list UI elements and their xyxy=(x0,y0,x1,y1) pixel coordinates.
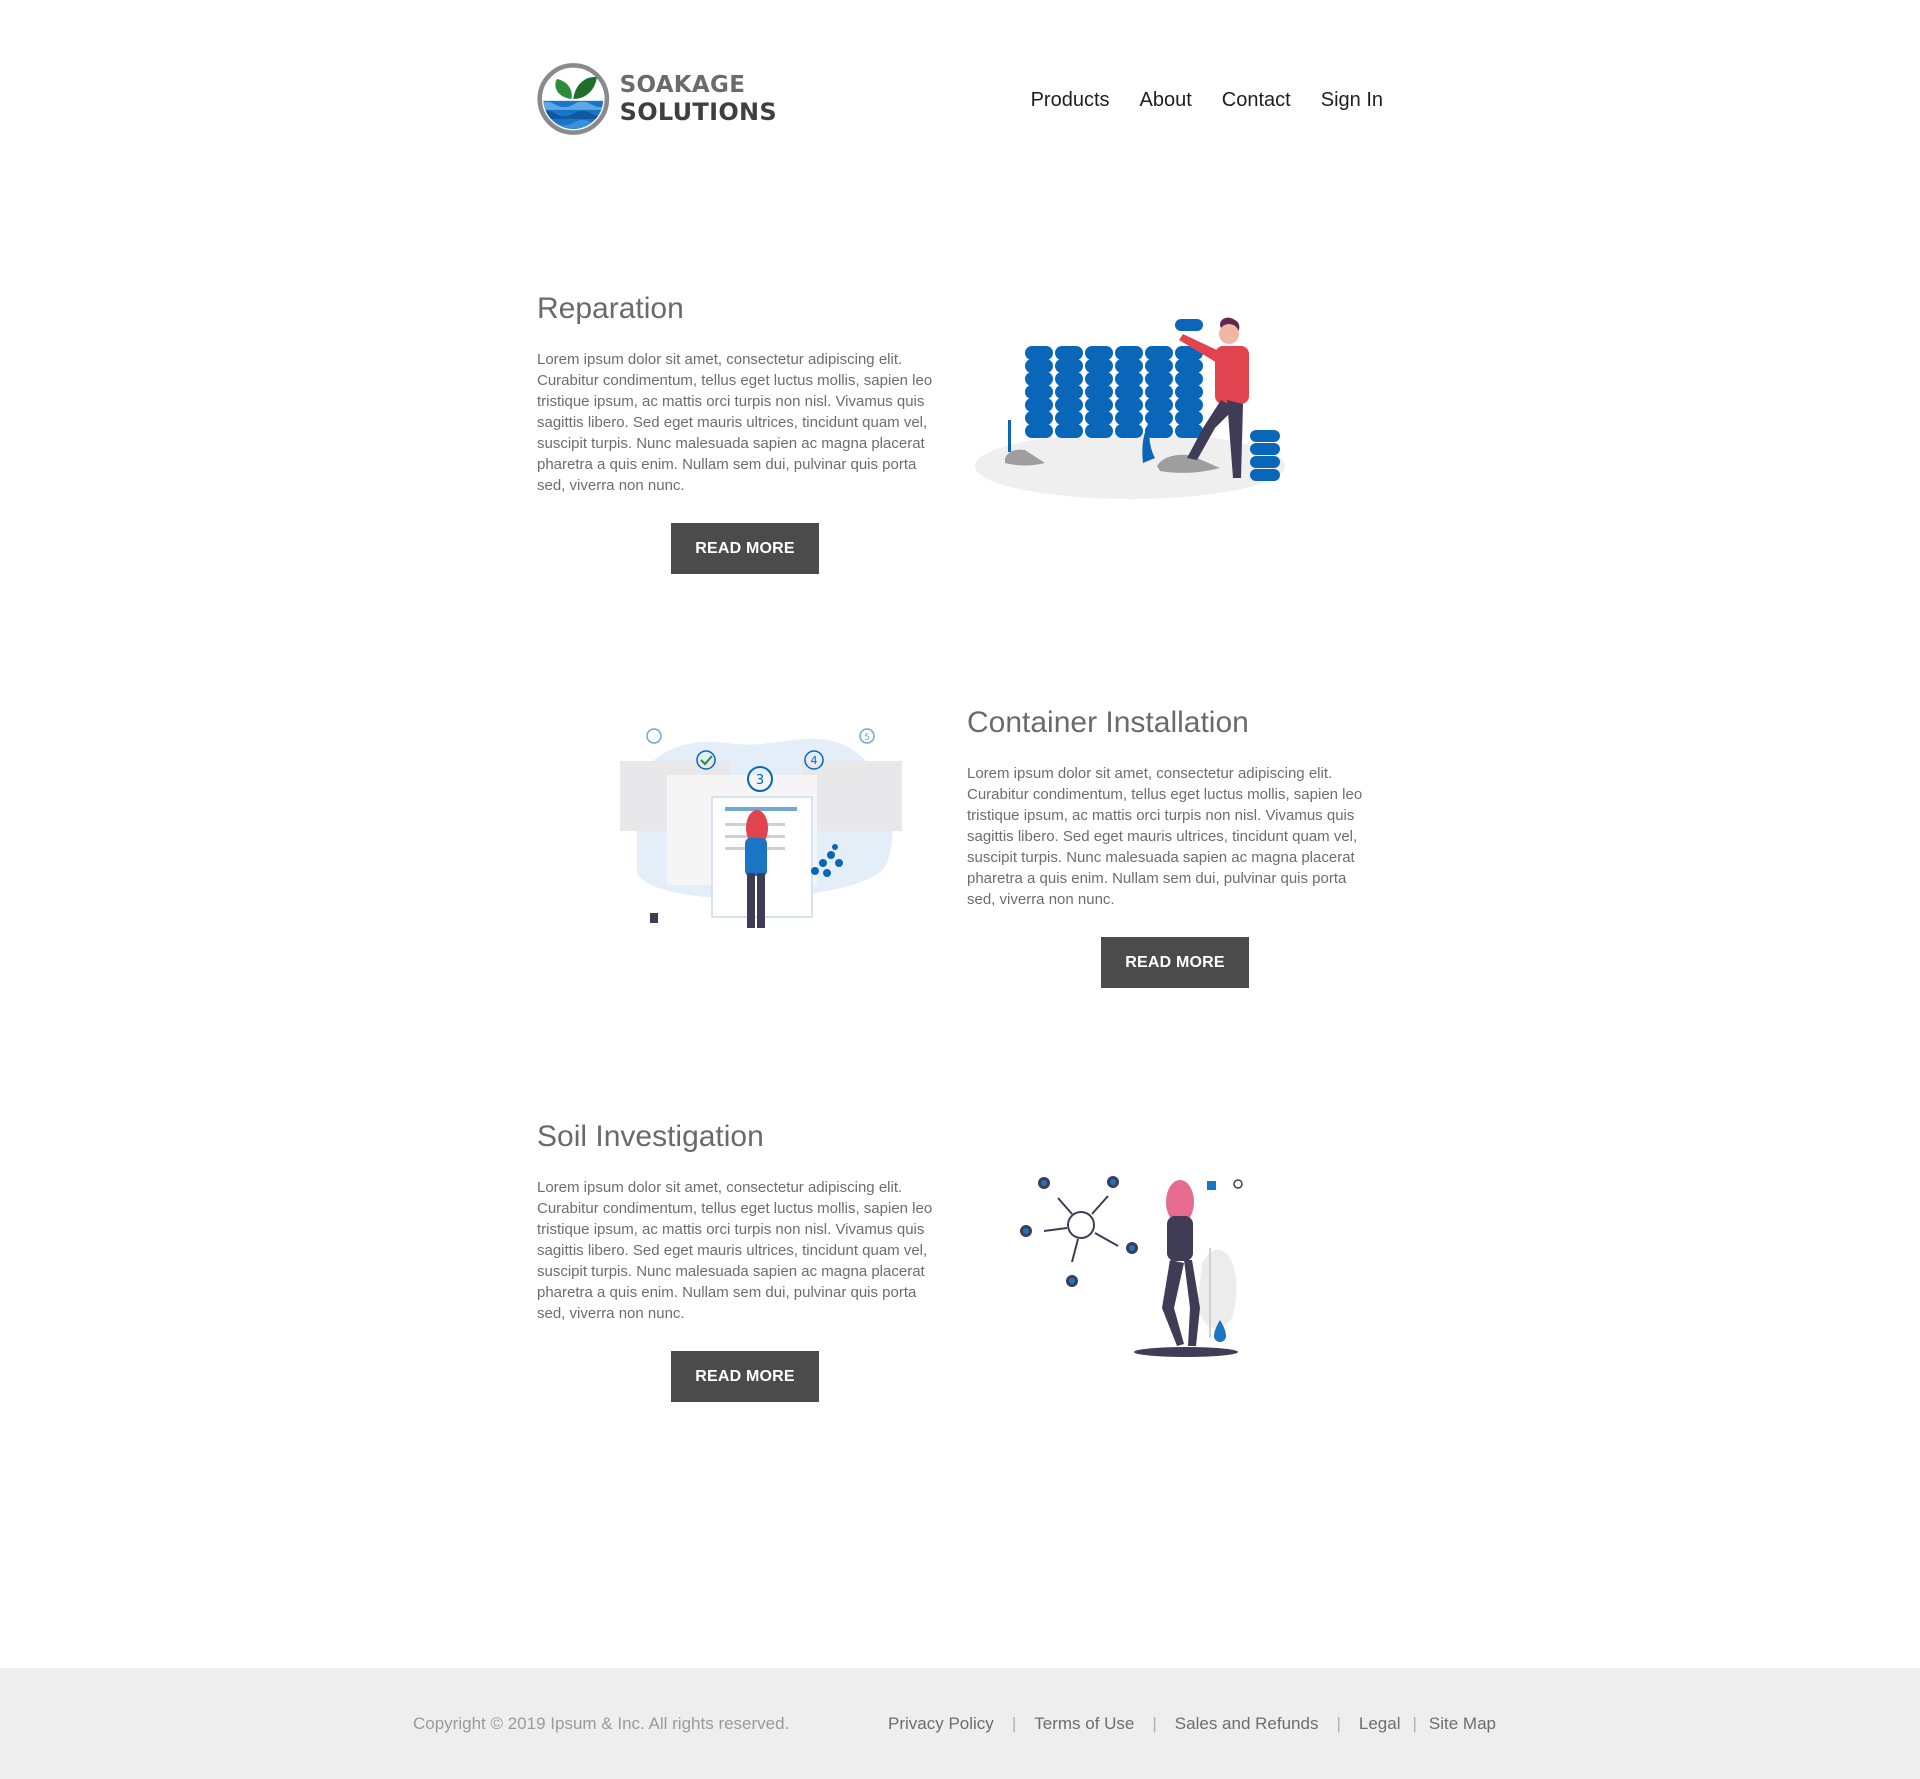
footer-link-privacy-policy[interactable]: Privacy Policy xyxy=(888,1714,994,1734)
nav-sign-in[interactable]: Sign In xyxy=(1321,89,1383,112)
nav-about[interactable]: About xyxy=(1140,89,1192,112)
footer-separator: | xyxy=(1412,1714,1417,1733)
section-title-reparation: Reparation xyxy=(537,292,684,325)
brand-line1: SOAKAGE xyxy=(619,72,746,98)
nav-contact[interactable]: Contact xyxy=(1222,89,1291,112)
nav-products[interactable]: Products xyxy=(1031,89,1110,112)
illustration-worker-crates xyxy=(975,317,1285,499)
footer-separator: | xyxy=(1152,1714,1157,1733)
step-5-label: 5 xyxy=(864,733,870,743)
illustration-woman-checklist: 3 4 5 xyxy=(620,728,902,928)
footer-separator: | xyxy=(1336,1714,1341,1733)
main-nav: Products About Contact Sign In xyxy=(1031,89,1383,112)
brand-line2: SOLUTIONS xyxy=(619,98,777,126)
site-footer: Copyright © 2019 Ipsum & Inc. All rights… xyxy=(0,1668,1920,1779)
section-body-reparation: Lorem ipsum dolor sit amet, consectetur … xyxy=(537,351,933,494)
footer-separator: | xyxy=(1011,1714,1017,1733)
illustration-woman-network xyxy=(1020,1176,1243,1357)
site-header: SOAKAGE SOLUTIONS Products About Contact… xyxy=(537,58,1383,140)
copyright-text: Copyright © 2019 Ipsum & Inc. All rights… xyxy=(413,1714,790,1733)
section-body-soil-investigation: Lorem ipsum dolor sit amet, consectetur … xyxy=(537,1179,933,1322)
footer-links: Privacy Policy | Terms of Use | Sales an… xyxy=(888,1714,1496,1734)
section-title-soil-investigation: Soil Investigation xyxy=(537,1120,764,1153)
footer-link-site-map[interactable]: Site Map xyxy=(1429,1714,1496,1734)
footer-link-legal[interactable]: Legal xyxy=(1359,1714,1401,1734)
read-more-button-soil-investigation[interactable]: READ MORE xyxy=(671,1351,819,1402)
read-more-button-container-installation[interactable]: READ MORE xyxy=(1101,937,1249,988)
section-title-container-installation: Container Installation xyxy=(967,706,1249,739)
brand-wordmark: SOAKAGE SOLUTIONS xyxy=(620,72,777,126)
section-body-container-installation: Lorem ipsum dolor sit amet, consectetur … xyxy=(967,765,1363,908)
brand-logo[interactable]: SOAKAGE SOLUTIONS xyxy=(537,58,777,140)
footer-link-terms-of-use[interactable]: Terms of Use xyxy=(1034,1714,1134,1734)
step-3-label: 3 xyxy=(756,773,764,788)
read-more-button-reparation[interactable]: READ MORE xyxy=(671,523,819,574)
footer-link-sales-and-refunds[interactable]: Sales and Refunds xyxy=(1175,1714,1319,1734)
step-4-label: 4 xyxy=(811,754,818,767)
logo-leaf-wave-icon xyxy=(537,63,610,135)
